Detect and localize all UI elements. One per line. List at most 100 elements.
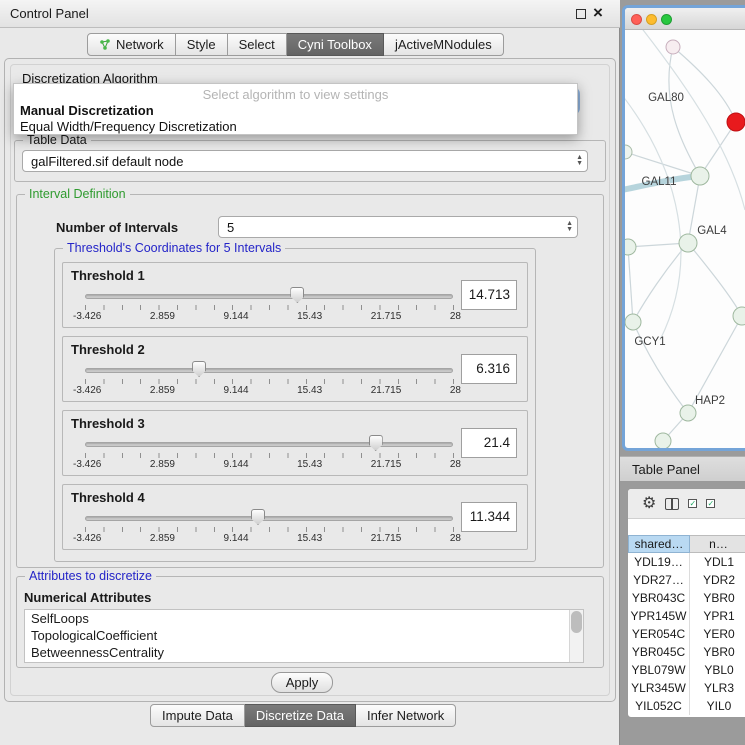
slider-thumb[interactable] [290, 287, 304, 303]
scrollbar-thumb[interactable] [571, 611, 582, 633]
algorithm-dropdown-popup: Select algorithm to view settings Manual… [13, 83, 578, 135]
tab-select[interactable]: Select [228, 33, 287, 56]
network-node[interactable] [691, 167, 709, 185]
cell-shared-name[interactable]: YDR27… [628, 571, 690, 589]
list-item[interactable]: BetweennessCentrality [25, 644, 583, 661]
table-row[interactable]: YIL052CYIL0 [628, 697, 745, 715]
cell-shared-name[interactable]: YBR045C [628, 643, 690, 661]
cell-name[interactable]: YER0 [690, 625, 745, 643]
slider-thumb[interactable] [251, 509, 265, 525]
close-icon[interactable]: × [593, 3, 603, 23]
network-edge[interactable] [669, 47, 700, 176]
threshold-3-slider[interactable] [85, 437, 453, 451]
network-node[interactable] [625, 314, 641, 330]
column-header-shared-name[interactable]: shared… [628, 535, 690, 553]
numerical-attributes-list[interactable]: SelfLoopsTopologicalCoefficientBetweenne… [24, 609, 584, 663]
slider-track[interactable] [85, 368, 453, 373]
cell-name[interactable]: YBL0 [690, 661, 745, 679]
threshold-4-value[interactable]: 11.344 [461, 502, 517, 532]
select-check-icon[interactable]: ✓ [688, 499, 697, 508]
network-node[interactable] [625, 239, 636, 255]
combo-stepper-icon[interactable]: ▲▼ [576, 155, 583, 167]
cell-shared-name[interactable]: YBR043C [628, 589, 690, 607]
select-check-icon[interactable]: ✓ [706, 499, 715, 508]
algorithm-option-manual[interactable]: Manual Discretization [20, 103, 154, 118]
table-row[interactable]: YBR045CYBR0 [628, 643, 745, 661]
network-node[interactable] [727, 113, 745, 131]
table-data-combobox[interactable]: galFiltered.sif default node ▲▼ [22, 150, 588, 172]
network-edge[interactable] [688, 243, 742, 316]
network-canvas[interactable]: GAL80GAL11GAL4GCY1HAP2 [625, 30, 745, 448]
table-panel-header[interactable]: Table Panel [620, 456, 745, 482]
cell-name[interactable]: YLR3 [690, 679, 745, 697]
cell-shared-name[interactable]: YDL19… [628, 553, 690, 571]
table-body: YDL19…YDL1YDR27…YDR2YBR043CYBR0YPR145WYP… [628, 553, 745, 715]
network-node[interactable] [680, 405, 696, 421]
tab-infer-network[interactable]: Infer Network [356, 704, 456, 727]
slider-track[interactable] [85, 516, 453, 521]
combo-stepper-icon[interactable]: ▲▼ [566, 221, 573, 233]
cell-name[interactable]: YPR1 [690, 607, 745, 625]
network-node-label: HAP2 [695, 395, 725, 407]
slider-thumb[interactable] [369, 435, 383, 451]
table-row[interactable]: YLR345WYLR3 [628, 679, 745, 697]
cell-shared-name[interactable]: YLR345W [628, 679, 690, 697]
threshold-1-slider[interactable] [85, 289, 453, 303]
threshold-3-value[interactable]: 21.4 [461, 428, 517, 458]
threshold-2-value[interactable]: 6.316 [461, 354, 517, 384]
network-node[interactable] [666, 40, 680, 54]
number-of-intervals-combobox[interactable]: 5 ▲▼ [218, 216, 578, 238]
float-window-icon[interactable] [576, 9, 586, 19]
network-edge[interactable] [633, 243, 688, 322]
tab-network[interactable]: Network [87, 33, 176, 56]
gear-icon[interactable]: ⚙ [642, 496, 656, 512]
network-node[interactable] [655, 433, 671, 448]
minimize-traffic-light-icon[interactable] [646, 14, 657, 25]
tab-discretize-data[interactable]: Discretize Data [245, 704, 356, 727]
list-item[interactable]: TopologicalCoefficient [25, 627, 583, 644]
network-node[interactable] [733, 307, 745, 325]
slider-track[interactable] [85, 442, 453, 447]
cell-shared-name[interactable]: YBL079W [628, 661, 690, 679]
cell-shared-name[interactable]: YIL052C [628, 697, 690, 715]
apply-button[interactable]: Apply [271, 672, 333, 693]
scale-tick-label: 21.715 [371, 385, 402, 396]
network-edge[interactable] [625, 95, 681, 340]
cell-name[interactable]: YDL1 [690, 553, 745, 571]
list-scrollbar[interactable] [569, 610, 583, 662]
table-row[interactable]: YBR043CYBR0 [628, 589, 745, 607]
table-row[interactable]: YER054CYER0 [628, 625, 745, 643]
cell-shared-name[interactable]: YPR145W [628, 607, 690, 625]
slider-thumb[interactable] [192, 361, 206, 377]
table-row[interactable]: YDR27…YDR2 [628, 571, 745, 589]
slider-scale-labels: -3.4262.8599.14415.4321.71528 [73, 385, 461, 396]
cell-name[interactable]: YDR2 [690, 571, 745, 589]
cell-shared-name[interactable]: YER054C [628, 625, 690, 643]
tab-cyni-toolbox[interactable]: Cyni Toolbox [287, 33, 384, 56]
cell-name[interactable]: YBR0 [690, 643, 745, 661]
cell-name[interactable]: YBR0 [690, 589, 745, 607]
cell-name[interactable]: YIL0 [690, 697, 745, 715]
network-edge[interactable] [628, 247, 633, 322]
tab-jactivemnodules[interactable]: jActiveMNodules [384, 33, 504, 56]
network-node[interactable] [625, 145, 632, 159]
table-row[interactable]: YBL079WYBL0 [628, 661, 745, 679]
zoom-traffic-light-icon[interactable] [661, 14, 672, 25]
threshold-1-value[interactable]: 14.713 [461, 280, 517, 310]
table-row[interactable]: YDL19…YDL1 [628, 553, 745, 571]
table-row[interactable]: YPR145WYPR1 [628, 607, 745, 625]
threshold-3-panel: Threshold 3 -3.4262.8599.14415.4321.7152… [62, 410, 528, 476]
slider-track[interactable] [85, 294, 453, 299]
algorithm-option-equal-width[interactable]: Equal Width/Frequency Discretization [20, 119, 237, 134]
threshold-4-slider[interactable] [85, 511, 453, 525]
threshold-1-label: Threshold 1 [71, 268, 145, 283]
threshold-2-slider[interactable] [85, 363, 453, 377]
columns-icon[interactable] [665, 498, 679, 510]
network-window-titlebar [625, 8, 745, 30]
tab-impute-data[interactable]: Impute Data [150, 704, 245, 727]
list-item[interactable]: SelfLoops [25, 610, 583, 627]
close-traffic-light-icon[interactable] [631, 14, 642, 25]
tab-style[interactable]: Style [176, 33, 228, 56]
column-header-name[interactable]: n… [690, 535, 745, 553]
network-node[interactable] [679, 234, 697, 252]
